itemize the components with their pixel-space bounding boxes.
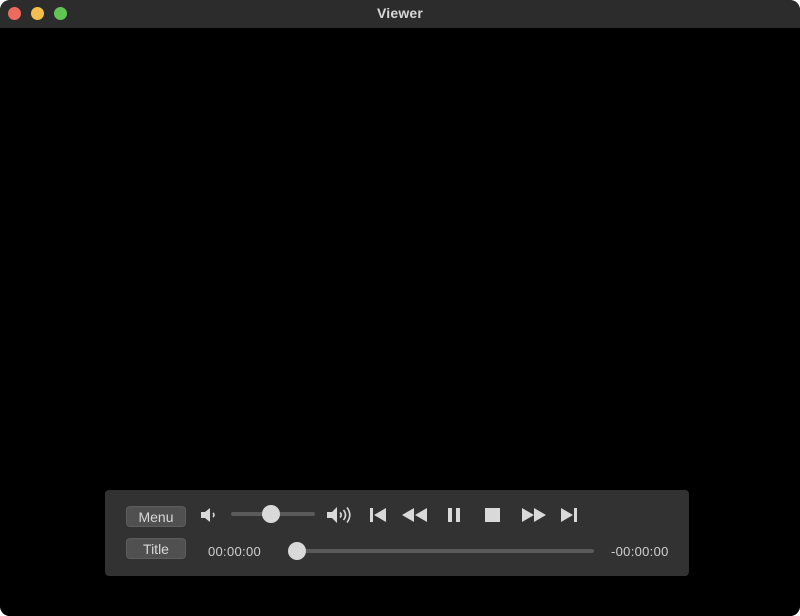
playback-controller: Menu Title 00:00:00 -00:00:00 [105,490,689,576]
speaker-low-icon [200,506,220,524]
skip-to-end-icon[interactable] [559,506,579,524]
title-button[interactable]: Title [126,538,186,559]
progress-slider-track[interactable] [292,549,594,553]
menu-button[interactable]: Menu [126,506,186,527]
stop-icon[interactable] [484,506,502,524]
elapsed-time: 00:00:00 [208,544,262,559]
volume-slider-knob[interactable] [262,505,281,523]
rewind-icon[interactable] [401,506,429,524]
window-title: Viewer [376,5,424,21]
speaker-high-icon [326,504,356,526]
title-bar[interactable]: Viewer [0,0,800,29]
remaining-time: -00:00:00 [611,544,669,559]
skip-to-start-icon[interactable] [369,506,389,524]
fast-forward-icon[interactable] [520,506,548,524]
pause-icon[interactable] [446,506,462,524]
viewer-window: Viewer Menu Title 00:00:00 -00:00:00 [0,0,800,616]
progress-slider-knob[interactable] [288,542,306,560]
